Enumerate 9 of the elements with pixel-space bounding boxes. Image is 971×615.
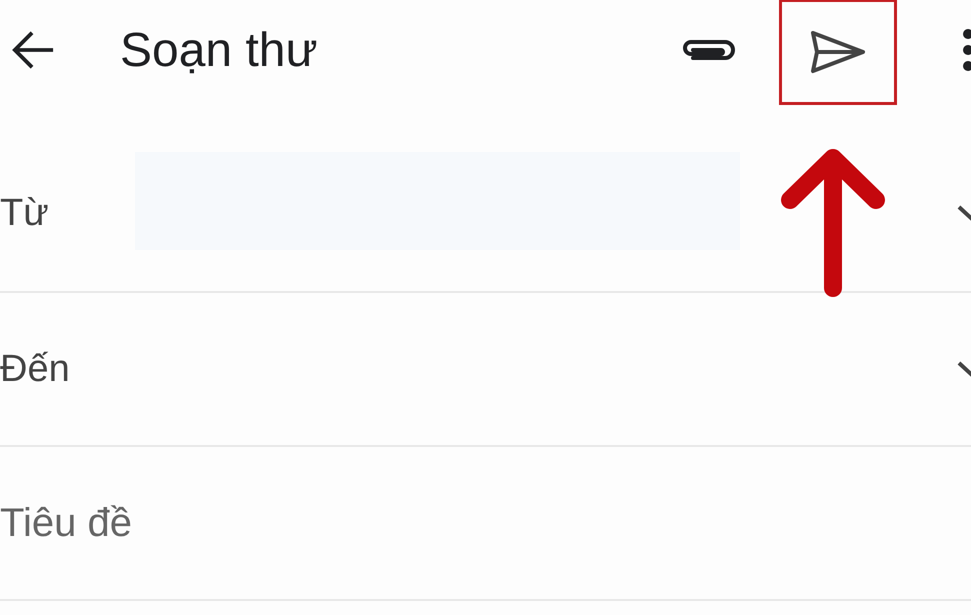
screen-title: Soạn thư (120, 22, 318, 78)
field-label: Đến (0, 348, 71, 390)
send-button[interactable] (779, 0, 897, 105)
paperclip-icon (682, 38, 736, 62)
field-label: Từ (0, 192, 50, 234)
back-arrow-icon (11, 30, 55, 70)
subject-field[interactable]: Tiêu đề (0, 493, 700, 553)
send-icon (810, 30, 866, 74)
more-vertical-icon (962, 27, 971, 73)
